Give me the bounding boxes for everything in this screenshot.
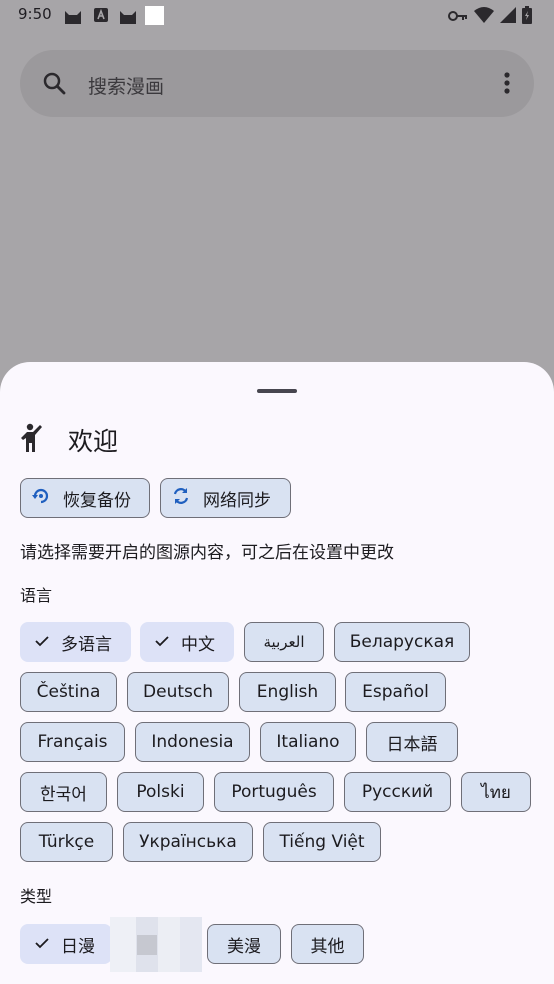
blurred-region — [110, 917, 202, 972]
language-chip-pt[interactable]: Português — [214, 772, 334, 812]
language-chip-label: 日本語 — [386, 734, 438, 755]
restore-backup-label: 恢复备份 — [63, 490, 131, 511]
language-chip-uk[interactable]: Українська — [123, 822, 253, 862]
language-chip-label: Italiano — [276, 732, 340, 752]
search-bar[interactable]: 搜索漫画 — [20, 50, 534, 117]
sheet-description: 请选择需要开启的图源内容，可之后在设置中更改 — [20, 543, 394, 563]
vpn-key-icon — [448, 8, 468, 27]
check-icon — [35, 632, 49, 652]
language-chip-label: Polski — [136, 782, 185, 802]
language-chip-ja[interactable]: 日本語 — [366, 722, 458, 762]
language-chip-ko[interactable]: 한국어 — [20, 772, 107, 812]
type-section-label: 类型 — [20, 887, 53, 906]
language-chip-de[interactable]: Deutsch — [127, 672, 229, 712]
language-chip-label: ไทย — [481, 782, 511, 803]
status-time: 9:50 — [18, 5, 52, 23]
sync-icon — [171, 486, 191, 511]
network-sync-button[interactable]: 网络同步 — [160, 478, 291, 518]
language-chip-label: English — [256, 682, 319, 702]
language-chip-label: 한국어 — [40, 784, 87, 805]
more-options-icon[interactable] — [504, 72, 510, 98]
text-a-icon — [93, 7, 109, 27]
type-chip-label: 日漫 — [61, 936, 95, 957]
language-chip-it[interactable]: Italiano — [260, 722, 356, 762]
cat-icon — [63, 7, 83, 29]
type-chip-comics[interactable]: 美漫 — [207, 924, 281, 964]
language-chip-vi[interactable]: Tiếng Việt — [263, 822, 381, 862]
drag-handle[interactable] — [257, 389, 297, 393]
language-chip-id[interactable]: Indonesia — [135, 722, 250, 762]
language-chip-label: Русский — [361, 782, 434, 802]
type-chip-manga[interactable]: 日漫 — [20, 924, 112, 964]
language-chip-label: Українська — [139, 832, 237, 852]
language-chip-be[interactable]: Беларуская — [334, 622, 470, 662]
check-icon — [155, 632, 169, 652]
language-chip-tr[interactable]: Türkçe — [20, 822, 113, 862]
language-chip-label: Français — [37, 732, 108, 752]
language-chip-fr[interactable]: Français — [20, 722, 125, 762]
person-waving-icon — [20, 423, 46, 457]
signal-icon — [500, 7, 516, 27]
language-chip-label: Deutsch — [143, 682, 213, 702]
restore-backup-button[interactable]: 恢复备份 — [20, 478, 150, 518]
blank-square-icon — [145, 6, 164, 29]
language-chip-zh[interactable]: 中文 — [140, 622, 234, 662]
language-section-label: 语言 — [20, 586, 53, 605]
check-icon — [35, 934, 49, 954]
language-chip-label: Português — [231, 782, 317, 802]
language-chip-label: Español — [362, 682, 429, 702]
language-chip-multi[interactable]: 多语言 — [20, 622, 131, 662]
wifi-icon — [474, 7, 494, 27]
language-chip-label: العربية — [263, 633, 305, 651]
language-chip-label: Türkçe — [38, 832, 95, 852]
language-chip-label: Tiếng Việt — [279, 832, 365, 852]
language-chip-th[interactable]: ไทย — [461, 772, 531, 812]
sheet-header: 欢迎 — [20, 422, 118, 458]
battery-icon — [522, 6, 532, 28]
search-placeholder[interactable]: 搜索漫画 — [88, 72, 164, 99]
language-chip-label: 多语言 — [61, 634, 112, 655]
type-chip-label: 其他 — [310, 936, 345, 957]
type-chip-other[interactable]: 其他 — [291, 924, 364, 964]
language-chip-label: Indonesia — [151, 732, 234, 752]
language-chip-label: Čeština — [36, 682, 101, 702]
status-bar: 9:50 — [0, 0, 554, 32]
network-sync-label: 网络同步 — [203, 490, 271, 511]
sheet-title: 欢迎 — [68, 427, 119, 456]
language-chip-en[interactable]: English — [239, 672, 336, 712]
search-icon[interactable] — [42, 71, 66, 99]
language-chip-es[interactable]: Español — [345, 672, 446, 712]
language-chip-label: Беларуская — [349, 632, 455, 652]
cat-icon — [118, 7, 138, 29]
language-chip-ru[interactable]: Русский — [344, 772, 451, 812]
language-chip-cs[interactable]: Čeština — [20, 672, 117, 712]
type-chip-label: 美漫 — [227, 936, 261, 957]
welcome-bottom-sheet: 欢迎 恢复备份 网络同步 请选择需要开启的图源内容，可之后在设置中更改 语言 多… — [0, 362, 554, 984]
restore-icon — [31, 486, 51, 511]
language-chip-ar[interactable]: العربية — [244, 622, 324, 662]
language-chip-pl[interactable]: Polski — [117, 772, 204, 812]
language-chip-label: 中文 — [181, 634, 215, 655]
